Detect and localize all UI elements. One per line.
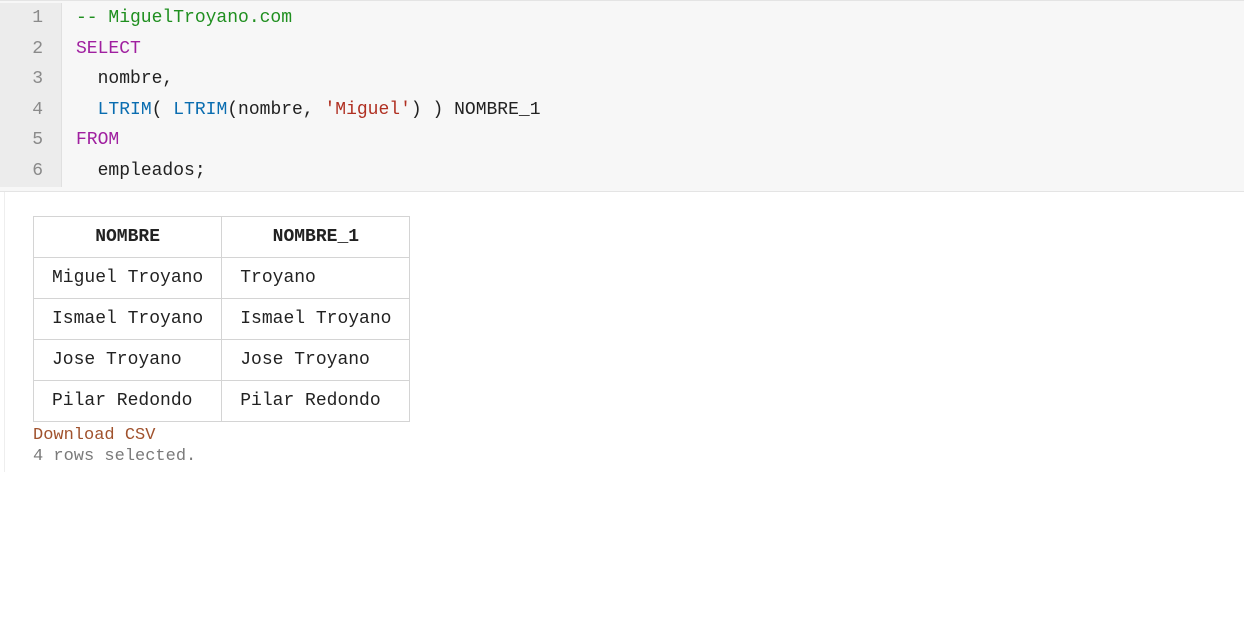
table-cell: Pilar Redondo (34, 380, 222, 421)
table-cell: Jose Troyano (34, 339, 222, 380)
code-text[interactable]: LTRIM( LTRIM(nombre, 'Miguel') ) NOMBRE_… (62, 95, 541, 126)
table-cell: Miguel Troyano (34, 257, 222, 298)
table-cell: Pilar Redondo (222, 380, 410, 421)
line-number: 6 (0, 156, 62, 187)
code-token (76, 69, 98, 89)
code-token: 'Miguel' (324, 100, 410, 120)
code-token (76, 100, 98, 120)
line-number: 4 (0, 95, 62, 126)
code-token: FROM (76, 130, 119, 150)
results-area: NOMBRENOMBRE_1 Miguel TroyanoTroyanoIsma… (4, 192, 1244, 472)
table-row: Miguel TroyanoTroyano (34, 257, 410, 298)
table-cell: Ismael Troyano (222, 298, 410, 339)
code-token: ( (152, 100, 174, 120)
code-line[interactable]: 4 LTRIM( LTRIM(nombre, 'Miguel') ) NOMBR… (0, 95, 1244, 126)
code-token: -- MiguelTroyano.com (76, 8, 292, 28)
code-text[interactable]: FROM (62, 125, 119, 156)
code-token: empleados; (98, 161, 206, 181)
column-header: NOMBRE (34, 216, 222, 257)
code-text[interactable]: SELECT (62, 34, 141, 65)
results-header-row: NOMBRENOMBRE_1 (34, 216, 410, 257)
code-line[interactable]: 5 FROM (0, 125, 1244, 156)
code-line[interactable]: 1 -- MiguelTroyano.com (0, 3, 1244, 34)
code-line[interactable]: 2 SELECT (0, 34, 1244, 65)
line-number: 5 (0, 125, 62, 156)
code-text[interactable]: -- MiguelTroyano.com (62, 3, 292, 34)
table-row: Ismael TroyanoIsmael Troyano (34, 298, 410, 339)
code-token: nombre, (98, 69, 174, 89)
sql-editor[interactable]: 1-- MiguelTroyano.com2SELECT3 nombre,4 L… (0, 0, 1244, 192)
line-number: 2 (0, 34, 62, 65)
line-number: 3 (0, 64, 62, 95)
code-token: SELECT (76, 39, 141, 59)
download-csv-link[interactable]: Download CSV (33, 422, 1232, 445)
code-token: LTRIM (173, 100, 227, 120)
code-token: LTRIM (98, 100, 152, 120)
table-row: Pilar RedondoPilar Redondo (34, 380, 410, 421)
table-cell: Troyano (222, 257, 410, 298)
rows-selected-status: 4 rows selected. (33, 445, 1232, 466)
code-token: (nombre, (227, 100, 324, 120)
code-text[interactable]: nombre, (62, 64, 173, 95)
column-header: NOMBRE_1 (222, 216, 410, 257)
table-row: Jose TroyanoJose Troyano (34, 339, 410, 380)
line-number: 1 (0, 3, 62, 34)
code-text[interactable]: empleados; (62, 156, 206, 187)
code-line[interactable]: 6 empleados; (0, 156, 1244, 187)
results-table: NOMBRENOMBRE_1 Miguel TroyanoTroyanoIsma… (33, 216, 410, 422)
code-token (76, 161, 98, 181)
code-token: ) ) NOMBRE_1 (411, 100, 541, 120)
code-line[interactable]: 3 nombre, (0, 64, 1244, 95)
table-cell: Ismael Troyano (34, 298, 222, 339)
table-cell: Jose Troyano (222, 339, 410, 380)
